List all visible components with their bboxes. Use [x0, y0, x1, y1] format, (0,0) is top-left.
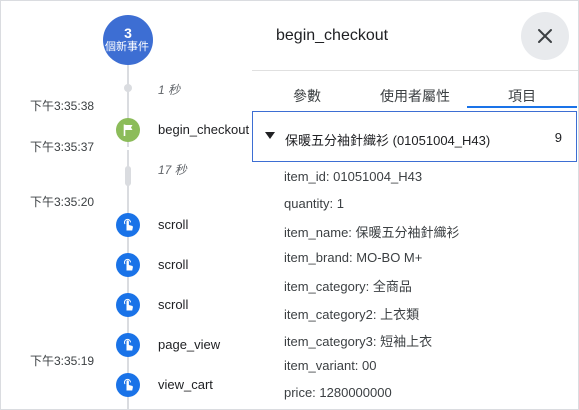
- timestamp: 下午3:35:38: [30, 99, 95, 113]
- item-param: item_name: 保暖五分袖針織衫: [284, 225, 460, 240]
- timestamp: 下午3:35:20: [30, 195, 95, 209]
- event-scroll[interactable]: scroll: [158, 217, 188, 232]
- item-param: quantity: 1: [284, 196, 344, 211]
- new-events-label: 個新事件: [105, 41, 149, 53]
- event-view-cart[interactable]: view_cart: [158, 377, 213, 392]
- timeline-gap-dot: [124, 84, 132, 92]
- touch-icon[interactable]: [116, 253, 140, 277]
- active-tab-indicator: [467, 106, 577, 108]
- timestamp: 下午3:35:19: [30, 354, 95, 368]
- touch-icon[interactable]: [116, 293, 140, 317]
- tab-user-properties[interactable]: 使用者屬性: [370, 86, 460, 106]
- timeline-line: [127, 150, 129, 410]
- close-button[interactable]: [521, 12, 569, 60]
- time-gap-label: 1 秒: [158, 83, 181, 97]
- close-icon: [538, 29, 552, 43]
- event-detail-panel: begin_checkout 參數 使用者屬性 項目 保暖五分袖針織衫 (010…: [252, 0, 579, 410]
- tab-items[interactable]: 項目: [502, 86, 542, 106]
- touch-icon[interactable]: [116, 213, 140, 237]
- tabs-divider: [252, 70, 579, 71]
- event-page-view[interactable]: page_view: [158, 337, 220, 352]
- item-param: item_category3: 短袖上衣: [284, 334, 433, 349]
- item-quantity: 9: [554, 130, 562, 145]
- touch-icon[interactable]: [116, 373, 140, 397]
- event-scroll[interactable]: scroll: [158, 297, 188, 312]
- item-param: item_brand: MO-BO M+: [284, 250, 423, 265]
- new-events-badge[interactable]: 3 個新事件: [103, 15, 153, 65]
- item-row[interactable]: 保暖五分袖針織衫 (01051004_H43) 9: [252, 111, 577, 162]
- time-gap-label: 17 秒: [158, 163, 187, 177]
- timestamp: 下午3:35:37: [30, 140, 95, 154]
- new-events-count: 3: [124, 25, 132, 41]
- item-param: price: 1280000000: [284, 385, 392, 400]
- timeline-gap-bar: [125, 166, 131, 186]
- event-scroll[interactable]: scroll: [158, 257, 188, 272]
- item-param: item_category: 全商品: [284, 279, 412, 294]
- tab-parameters[interactable]: 參數: [292, 86, 322, 106]
- item-param: item_variant: 00: [284, 358, 377, 373]
- event-begin-checkout[interactable]: begin_checkout: [158, 122, 249, 137]
- item-param: item_id: 01051004_H43: [284, 169, 423, 184]
- touch-icon[interactable]: [116, 333, 140, 357]
- item-param: item_category2: 上衣類: [284, 307, 420, 322]
- caret-down-icon[interactable]: [265, 132, 275, 140]
- flag-icon[interactable]: [116, 118, 140, 142]
- event-timeline: 3 個新事件 1 秒 17 秒 下午3:35:38 下午3:35:37 下午3:…: [0, 0, 252, 410]
- panel-title: begin_checkout: [276, 27, 389, 44]
- item-name: 保暖五分袖針織衫 (01051004_H43): [285, 133, 491, 148]
